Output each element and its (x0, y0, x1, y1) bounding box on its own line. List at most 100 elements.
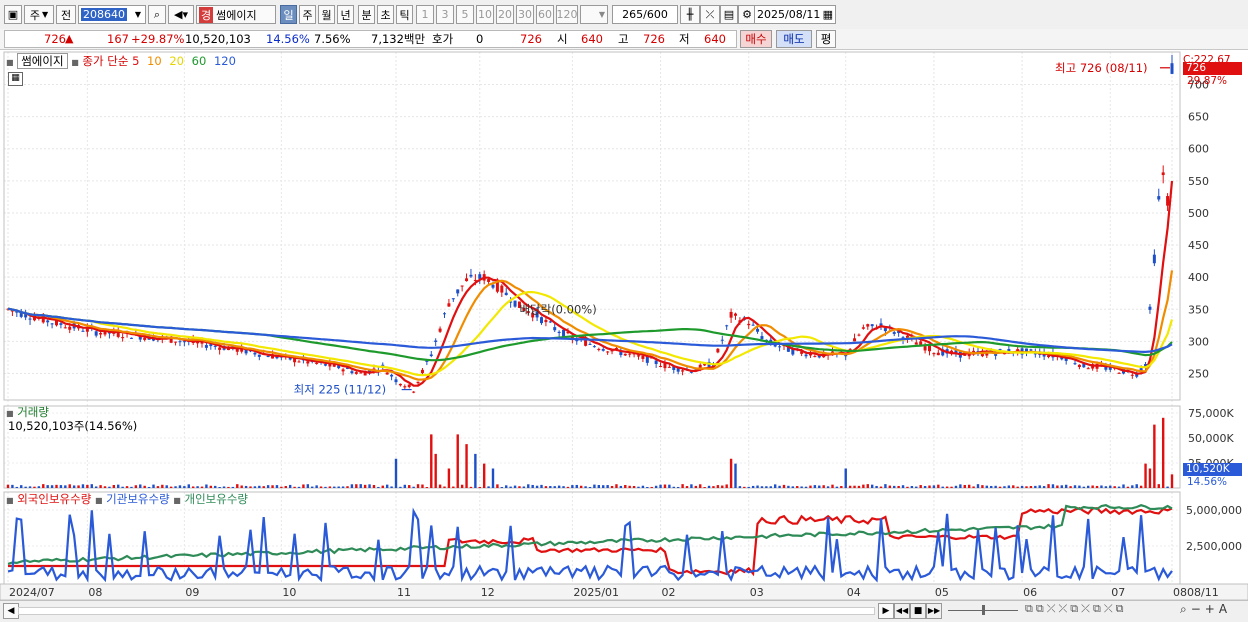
volume-bar (994, 485, 997, 488)
candle-body (747, 323, 751, 326)
period-select[interactable]: 주 ▼ (24, 5, 54, 24)
current-price-badge: 726 (1183, 62, 1242, 75)
time-tick-label: 10 (282, 586, 296, 599)
search-icon[interactable]: ⌕ (148, 5, 166, 24)
interval-dropdown[interactable]: ▼ (580, 5, 608, 24)
candle-body (182, 341, 186, 343)
interval-10[interactable]: 10 (476, 5, 494, 24)
volume-bar (668, 484, 671, 488)
volume-bar (355, 484, 358, 488)
interval-5[interactable]: 5 (456, 5, 474, 24)
volume-bar (522, 486, 526, 488)
holdings-legend: ■ 외국인보유수량 ■ 기관보유수량 ■ 개인보유수량 (6, 492, 248, 506)
candle-body (1152, 254, 1156, 264)
rewind-button[interactable]: ◀◀ (894, 603, 910, 619)
high-annotation: 최고 726 (08/11) (1055, 61, 1148, 75)
tab-month[interactable]: 월 (318, 5, 335, 24)
candle-body (623, 353, 627, 356)
interval-1[interactable]: 1 (416, 5, 434, 24)
current-price: 726 (44, 32, 66, 46)
volume-bar (288, 484, 292, 488)
volume-bar (756, 485, 759, 488)
stock-code-input[interactable]: 208640 ▼ (78, 5, 146, 24)
candle-body (1148, 306, 1152, 310)
tab-second[interactable]: 초 (377, 5, 394, 24)
volume-bar (588, 486, 592, 488)
candle-body (1077, 364, 1081, 367)
candle-body (513, 300, 517, 307)
candle-body (403, 386, 407, 388)
volume-bar (15, 486, 19, 488)
scroll-right-button[interactable]: ▶ (878, 603, 894, 619)
volume-bar (324, 486, 327, 488)
volume-bar (55, 484, 58, 488)
speaker-icon[interactable]: ◀▾ (168, 5, 194, 24)
interval-3[interactable]: 3 (436, 5, 454, 24)
up-arrow-icon: ▲ (65, 32, 74, 45)
grid-toggle-icon[interactable]: ▦ (8, 72, 23, 86)
volume-bar (474, 453, 477, 488)
volume-bar (139, 484, 142, 488)
volume-bar (932, 485, 936, 488)
date-field[interactable]: 2025/08/11 ▦ (754, 5, 836, 24)
candle-body (606, 351, 610, 353)
interval-120[interactable]: 120 (556, 5, 578, 24)
candle-body (394, 379, 398, 383)
volume-bar (390, 486, 393, 488)
candle-body (861, 327, 865, 329)
volume-bar (86, 484, 89, 488)
menu-icon[interactable]: ▣ (4, 5, 22, 24)
price-tick-label: 250 (1188, 368, 1209, 381)
candle-body (178, 341, 182, 343)
scroll-left-button[interactable]: ◀ (3, 603, 19, 619)
time-tick-label: 08 (1173, 586, 1187, 599)
zoom-icons[interactable]: ⌕−+A (1180, 602, 1231, 617)
time-tick-label: 04 (847, 586, 861, 599)
zoom-slider-thumb[interactable] (982, 605, 985, 615)
candle-body (59, 323, 63, 325)
chart-type-icon[interactable]: ╫ (680, 5, 700, 24)
volume-bar (800, 486, 803, 488)
calendar-icon[interactable]: ▦ (823, 8, 833, 21)
volume-bar (112, 484, 116, 488)
tab-week[interactable]: 주 (299, 5, 316, 24)
prev-button[interactable]: 전 (56, 5, 76, 24)
stop-button[interactable]: ■ (910, 603, 926, 619)
volume-bar (169, 486, 173, 488)
volume-bar (809, 485, 812, 488)
tab-year[interactable]: 년 (337, 5, 354, 24)
volume-bar (333, 486, 336, 488)
volume-bar (1078, 485, 1081, 488)
tab-day[interactable]: 일 (280, 5, 297, 24)
volume-bar (1166, 486, 1169, 488)
candle-body (540, 317, 543, 324)
interval-30[interactable]: 30 (516, 5, 534, 24)
forward-button[interactable]: ▶▶ (926, 603, 942, 619)
stock-name-field[interactable]: 경 썸에이지 (196, 5, 276, 24)
save-icon[interactable]: ▤ (720, 5, 738, 24)
flat-button[interactable]: 평 (816, 30, 836, 48)
volume-bar (1042, 486, 1046, 488)
tab-tick[interactable]: 틱 (396, 5, 413, 24)
scrollbar-track[interactable] (18, 607, 875, 615)
tool-icons[interactable]: ⧉⧉⤫⤫⧉⤫⧉⤫⧉ (1025, 602, 1126, 616)
volume-bar (901, 485, 905, 488)
stock-name-tag[interactable]: 썸에이지 (17, 53, 68, 69)
volume-bar (540, 484, 543, 488)
volume-bar (535, 485, 539, 488)
tool-icon[interactable]: ⤫ (700, 5, 720, 24)
buy-button[interactable]: 매수 (740, 30, 772, 48)
candle-body (495, 282, 499, 292)
volume-bar (562, 486, 565, 488)
volume-bar (624, 484, 627, 488)
volume-bar (787, 485, 790, 488)
sell-button[interactable]: 매도 (776, 30, 812, 48)
candle-body (936, 352, 940, 356)
interval-20[interactable]: 20 (496, 5, 514, 24)
tab-minute[interactable]: 분 (358, 5, 375, 24)
ma-20-label: 20 (169, 54, 184, 68)
count-field[interactable]: 265/600 (612, 5, 678, 24)
volume-bar (434, 453, 437, 488)
interval-60[interactable]: 60 (536, 5, 554, 24)
volume-bar (1016, 486, 1019, 488)
